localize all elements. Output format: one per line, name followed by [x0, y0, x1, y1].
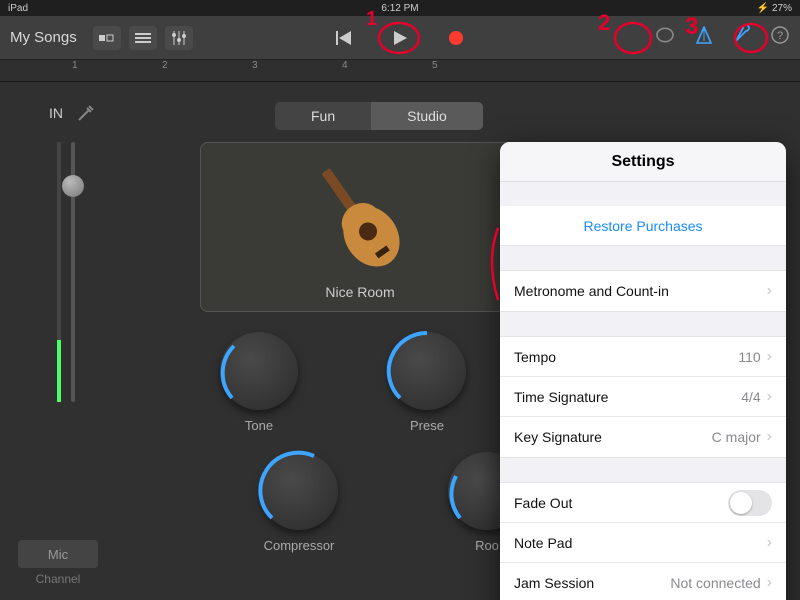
metronome-label: Metronome and Count-in: [514, 283, 669, 299]
seg-studio[interactable]: Studio: [371, 102, 483, 130]
fade-out-toggle[interactable]: [728, 490, 772, 516]
app-toolbar: My Songs ?: [0, 16, 800, 60]
chevron-icon: ›: [767, 348, 772, 366]
track-view-toggle-1[interactable]: [93, 26, 121, 50]
help-icon[interactable]: ?: [770, 25, 790, 50]
compressor-knob[interactable]: [260, 452, 338, 530]
level-meter: [57, 142, 61, 402]
row-metronome[interactable]: Metronome and Count-in ›: [500, 271, 786, 311]
restore-purchases[interactable]: Restore Purchases: [500, 206, 786, 246]
room-card[interactable]: Nice Room: [200, 142, 520, 312]
chevron-icon: ›: [767, 534, 772, 552]
mixer-button[interactable]: [165, 26, 193, 50]
back-button[interactable]: My Songs: [10, 29, 77, 46]
input-slider[interactable]: [71, 142, 75, 402]
play-button[interactable]: [385, 26, 415, 50]
record-button[interactable]: [441, 26, 471, 50]
input-label: IN: [49, 105, 63, 121]
row-key-signature[interactable]: Key Signature C major ›: [500, 417, 786, 457]
guitar-icon: [297, 151, 423, 289]
room-knob-label: Roo: [475, 538, 499, 553]
status-device: iPad: [8, 3, 208, 14]
chevron-icon: ›: [767, 282, 772, 300]
chevron-icon: ›: [767, 428, 772, 446]
tone-label: Tone: [245, 418, 273, 433]
key-sig-value: C major: [712, 429, 761, 445]
battery-percent: 27%: [772, 3, 792, 14]
presence-knob[interactable]: [388, 332, 466, 410]
jam-value: Not connected: [670, 575, 760, 591]
room-name: Nice Room: [325, 284, 394, 300]
settings-popover: Settings Restore Purchases Metronome and…: [500, 142, 786, 600]
view-segmented-control[interactable]: Fun Studio: [275, 102, 483, 130]
plug-icon: [75, 102, 97, 124]
fade-out-label: Fade Out: [514, 495, 572, 511]
jam-label: Jam Session: [514, 575, 594, 591]
note-pad-label: Note Pad: [514, 535, 572, 551]
tempo-value: 110: [738, 349, 760, 365]
timeline-ruler[interactable]: 1 2 3 4 5: [0, 60, 800, 82]
settings-wrench-icon[interactable]: [732, 25, 752, 50]
chevron-icon: ›: [767, 388, 772, 406]
workspace: IN Mic Channel Fun Studio Nice Room: [0, 82, 800, 600]
row-time-signature[interactable]: Time Signature 4/4 ›: [500, 377, 786, 417]
row-tempo[interactable]: Tempo 110 ›: [500, 337, 786, 377]
time-sig-label: Time Signature: [514, 389, 608, 405]
svg-text:?: ?: [777, 30, 783, 42]
mic-button[interactable]: Mic: [18, 540, 98, 568]
loop-button[interactable]: [654, 27, 676, 48]
row-jam-session[interactable]: Jam Session Not connected ›: [500, 563, 786, 600]
seg-fun[interactable]: Fun: [275, 102, 371, 130]
compressor-label: Compressor: [264, 538, 335, 553]
status-bar: iPad 6:12 PM ⚡ 27%: [0, 0, 800, 16]
tempo-label: Tempo: [514, 349, 556, 365]
row-note-pad[interactable]: Note Pad ›: [500, 523, 786, 563]
rewind-button[interactable]: [329, 26, 359, 50]
status-time: 6:12 PM: [208, 3, 592, 14]
slider-thumb[interactable]: [62, 175, 84, 197]
input-panel: IN: [18, 102, 128, 402]
row-fade-out[interactable]: Fade Out: [500, 483, 786, 523]
popover-title: Settings: [500, 142, 786, 182]
mic-channel: Mic Channel: [18, 540, 98, 586]
key-sig-label: Key Signature: [514, 429, 602, 445]
status-battery: ⚡ 27%: [592, 3, 792, 14]
channel-label: Channel: [18, 572, 98, 586]
presence-label: Prese: [410, 418, 444, 433]
track-view-toggle-2[interactable]: [129, 26, 157, 50]
tone-knob[interactable]: [220, 332, 298, 410]
metronome-icon[interactable]: [694, 26, 714, 49]
time-sig-value: 4/4: [741, 389, 760, 405]
chevron-icon: ›: [767, 574, 772, 592]
